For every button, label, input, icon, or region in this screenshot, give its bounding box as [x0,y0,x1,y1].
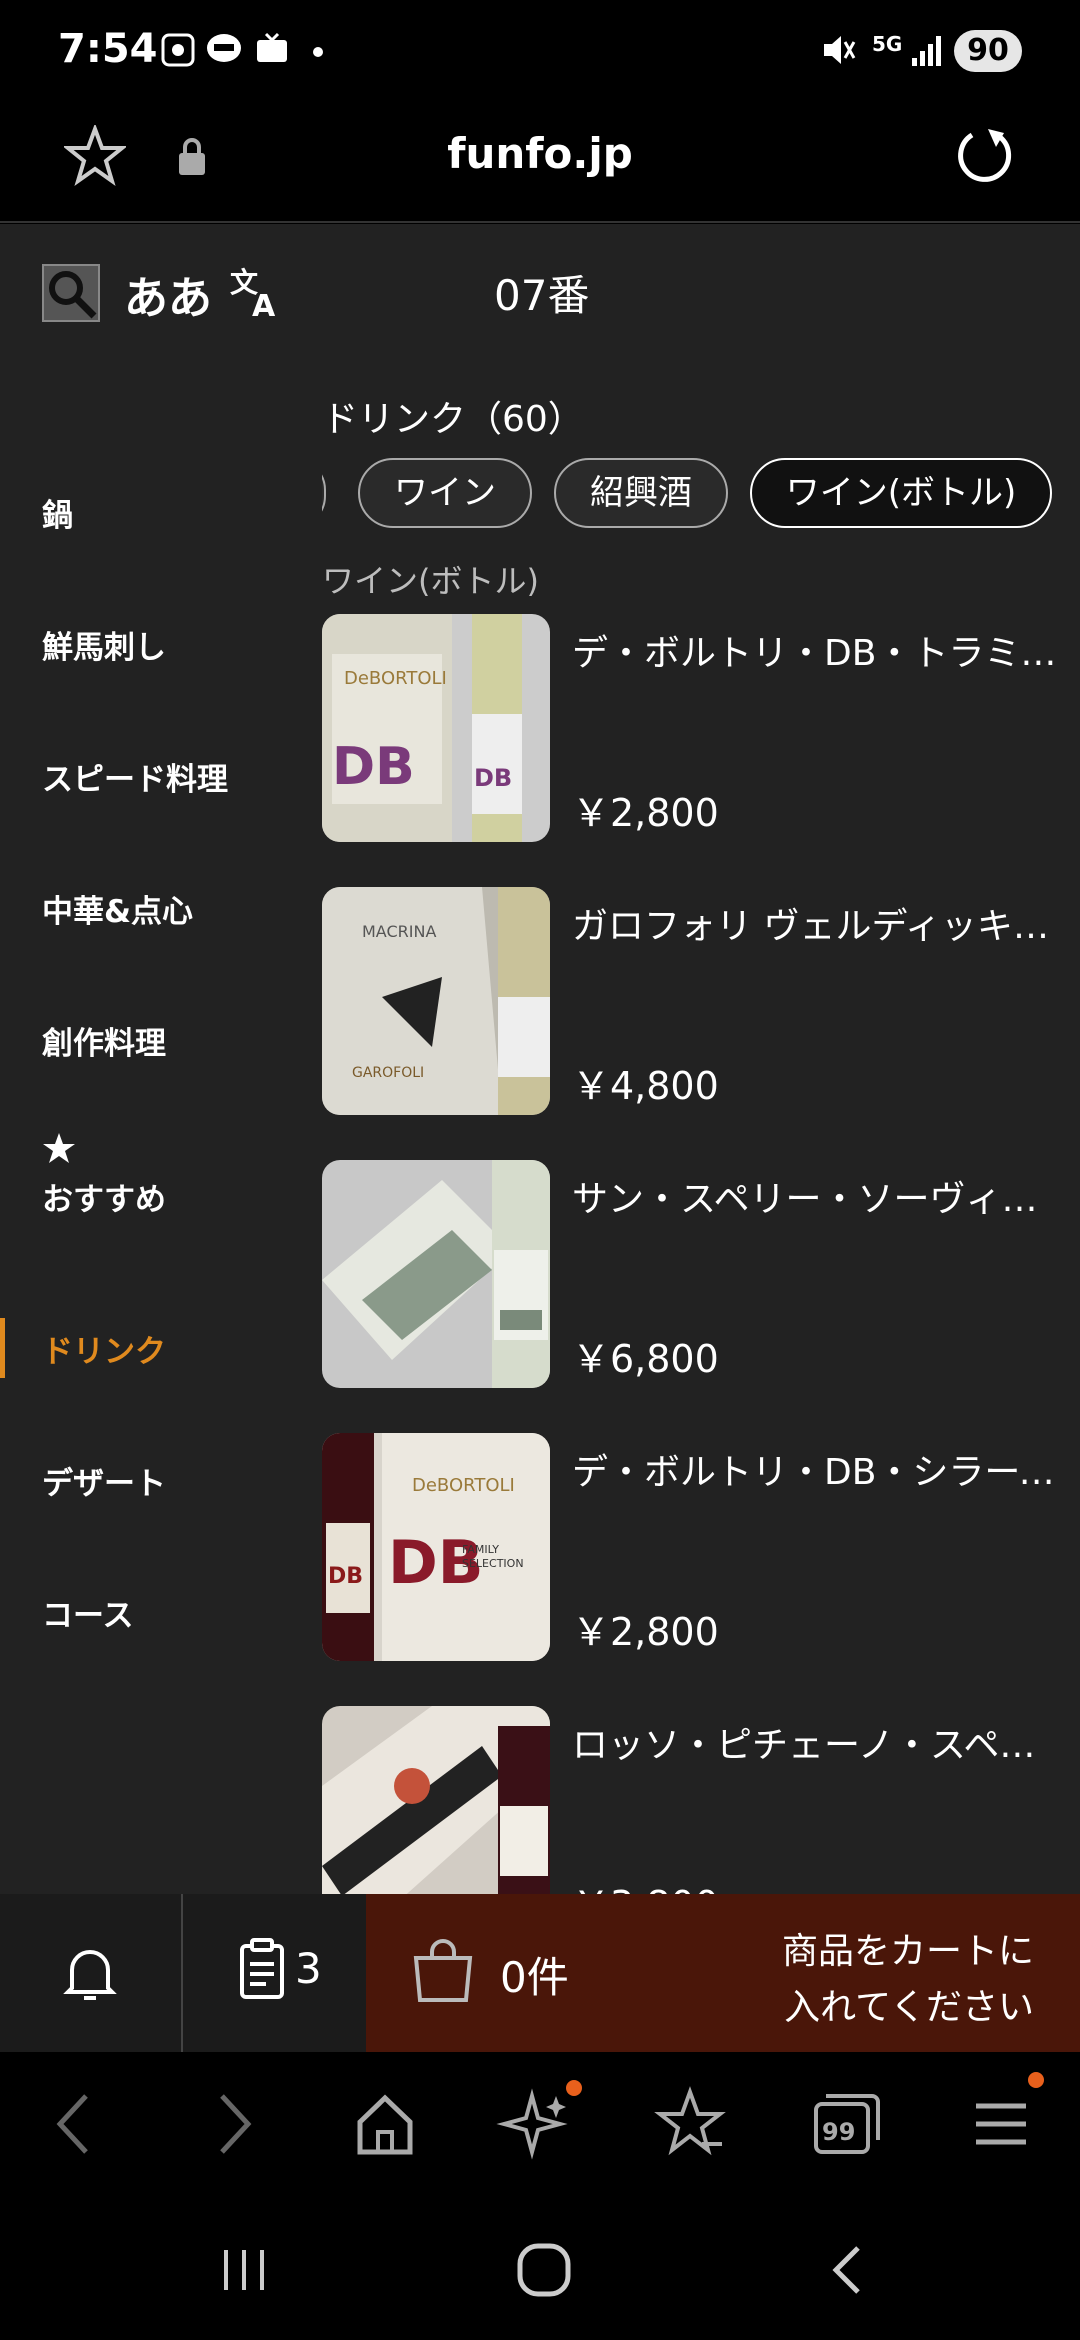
menu-icon[interactable] [956,2082,1046,2166]
subcategory-chips[interactable]: ワイン 紹興酒 ワイン(ボトル) [322,458,1080,534]
sidebar-item-nabe[interactable]: 鍋 [42,490,73,535]
star-filled-icon [43,1133,75,1163]
bell-icon [63,1950,117,2000]
sidebar-item-creative[interactable]: 創作料理 [42,1018,166,1063]
product-item[interactable]: サン・スペリー・ソーヴィニヨン・ブラン ￥6,800 [322,1160,1080,1390]
cart-bar: 3 0件 商品をカートに 入れてください [0,1894,1080,2052]
product-name: ガロフォリ ヴェルディッキオ・マクリーナ [572,906,1062,947]
cart-message: 商品をカートに 入れてください [782,1924,1034,2036]
font-size-button[interactable]: ああ [124,262,212,326]
product-name: サン・スペリー・ソーヴィニヨン・ブラン [572,1179,1062,1220]
order-count: 3 [295,1944,322,1993]
chip-wine[interactable]: ワイン [358,458,532,528]
svg-text:FAMILY: FAMILY [462,1543,499,1556]
svg-text:MACRINA: MACRINA [362,922,436,941]
category-title: ドリンク（60） [322,399,584,440]
status-bar: 7:54 5G 90 [0,0,1080,105]
tv-icon [257,32,287,62]
recent-apps-icon[interactable] [214,2240,274,2300]
home-button-icon[interactable] [512,2238,576,2302]
product-list-area: ドリンク（60） ワイン 紹興酒 ワイン(ボトル) ワイン(ボトル) DeBOR… [322,356,1080,1894]
home-icon[interactable] [340,2082,430,2166]
cart-message-line1: 商品をカートに [781,1931,1034,1972]
product-price: ￥3,800 [572,1874,719,1894]
bookmarks-icon[interactable] [646,2082,736,2166]
product-image: DeBORTOLI DB DB [322,614,550,842]
category-sidebar: 鍋 鮮馬刺し スピード料理 中華&点心 創作料理 おすすめ ドリンク デザート … [0,356,300,1894]
battery-level: 90 [954,30,1022,72]
signal-icon [912,36,941,66]
url-text[interactable]: funfo.jp [0,129,1080,178]
cart-message-line2: 入れてください [784,1987,1034,2028]
subcategory-title: ワイン(ボトル) [322,562,539,600]
product-name: デ・ボルトリ・DB・シラーズ・カベルネ [572,1452,1062,1493]
screenshot-icon [161,33,195,67]
product-item[interactable]: MACRINA GAROFOLI ガロフォリ ヴェルディッキオ・マクリーナ ￥4… [322,887,1080,1117]
chip-partial[interactable] [322,458,326,528]
reload-icon[interactable] [952,125,1016,189]
product-name: デ・ボルトリ・DB・トラミナー・リースリング [572,633,1062,674]
product-item[interactable]: ロッソ・ピチェーノ・スペリオーレ ￥3,800 [322,1706,1080,1894]
product-price: ￥4,800 [572,1064,719,1108]
notification-dot [566,2080,582,2096]
svg-text:DeBORTOLI: DeBORTOLI [412,1475,515,1496]
call-staff-button[interactable] [0,1894,182,2052]
svg-text:DB: DB [474,764,512,792]
product-item[interactable]: DB DeBORTOLI DB FAMILY SELECTION デ・ボルトリ・… [322,1433,1080,1663]
product-image: DB DeBORTOLI DB FAMILY SELECTION [322,1433,550,1661]
network-type: 5G [872,32,903,56]
status-time: 7:54 [58,26,158,72]
notification-dot-icon [313,47,323,57]
product-image [322,1706,550,1894]
product-price: ￥2,800 [572,1610,719,1654]
product-name: ロッソ・ピチェーノ・スペリオーレ [572,1725,1062,1766]
sidebar-item-chinese[interactable]: 中華&点心 [42,886,193,931]
browser-address-bar: funfo.jp [0,105,1080,223]
notification-dot [1028,2072,1044,2088]
search-icon[interactable] [42,264,100,322]
table-number: 07番 [494,271,590,320]
browser-nav-bar: 99 [0,2052,1080,2196]
cart-button[interactable]: 0件 商品をカートに 入れてください [366,1894,1080,2052]
menu-toolbar: ああ 文A 07番 [0,224,1080,356]
back-icon[interactable] [30,2082,120,2166]
system-nav-bar [0,2196,1080,2340]
active-indicator [0,1318,5,1378]
sidebar-item-basashi[interactable]: 鮮馬刺し [42,622,166,667]
translate-icon[interactable]: 文A [228,262,284,318]
clipboard-icon [240,1938,284,1999]
svg-text:SELECTION: SELECTION [462,1557,524,1570]
product-image: MACRINA GAROFOLI [322,887,550,1115]
mute-icon [824,36,856,64]
line-app-icon [207,34,241,62]
product-price: ￥2,800 [572,791,719,835]
svg-text:DeBORTOLI: DeBORTOLI [344,668,447,689]
svg-text:DB: DB [332,737,415,797]
svg-text:GAROFOLI: GAROFOLI [352,1065,424,1081]
tabs-icon[interactable]: 99 [800,2082,890,2166]
order-history-button[interactable]: 3 [183,1894,366,2052]
product-item[interactable]: DeBORTOLI DB DB デ・ボルトリ・DB・トラミナー・リースリング ￥… [322,614,1080,844]
system-back-icon[interactable] [818,2240,878,2300]
chip-wine-bottle[interactable]: ワイン(ボトル) [750,458,1052,528]
sidebar-item-dessert[interactable]: デザート [42,1458,166,1503]
svg-text:DB: DB [328,1564,363,1589]
chip-shaoxing[interactable]: 紹興酒 [554,458,728,528]
cart-count: 0件 [500,1953,569,2002]
forward-icon[interactable] [188,2082,278,2166]
product-image [322,1160,550,1388]
sidebar-item-recommended[interactable]: おすすめ [42,1174,166,1219]
shopping-bag-icon [413,1939,473,2002]
svg-text:A: A [252,289,276,318]
sidebar-item-course[interactable]: コース [42,1590,133,1635]
sidebar-item-speed[interactable]: スピード料理 [42,754,228,799]
menu-page: ああ 文A 07番 鍋 鮮馬刺し スピード料理 中華&点心 創作料理 おすすめ … [0,224,1080,1894]
product-price: ￥6,800 [572,1337,719,1381]
sidebar-item-drinks[interactable]: ドリンク [42,1326,166,1371]
svg-text:99: 99 [822,2118,855,2146]
